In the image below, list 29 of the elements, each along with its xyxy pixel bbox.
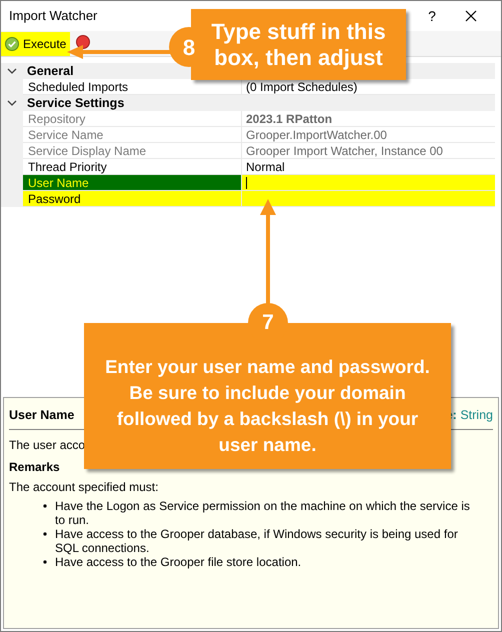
property-label[interactable]: Password <box>23 191 242 207</box>
property-label[interactable]: Scheduled Imports <box>23 79 242 95</box>
property-value[interactable]: Normal <box>242 159 495 175</box>
help-title: User Name <box>9 407 74 424</box>
callout-text: Enter your user name and password. Be sure to include your domain followed by a backslash (\) in your user name. <box>104 355 431 457</box>
property-value[interactable]: (0 Import Schedules) <box>242 79 495 95</box>
cancel-button[interactable] <box>76 35 90 49</box>
chevron-icon[interactable] <box>7 98 17 108</box>
help-button[interactable]: ? <box>409 1 455 31</box>
bullet-icon <box>43 532 47 536</box>
text-cursor <box>246 176 247 188</box>
callout-text: Type stuff in this box, then adjust <box>210 18 387 70</box>
bullet-icon <box>43 504 47 508</box>
bullet-icon <box>43 560 47 564</box>
window-title: Import Watcher <box>9 7 98 26</box>
bullet-text: Have the Logon as Service permission on the machine on which the service is to run. <box>55 498 471 527</box>
check-icon <box>5 36 19 50</box>
bullet-text: Have access to the Grooper file store location. <box>55 554 302 569</box>
property-label[interactable]: Thread Priority <box>23 159 242 175</box>
remarks-text: The account specified must: <box>9 478 160 496</box>
bullet-text: Have access to the Grooper database, if Windows security is being used for SQL connections. <box>55 526 459 555</box>
remarks-heading: Remarks <box>9 458 61 476</box>
chevron-icon[interactable] <box>7 66 17 76</box>
description-text: The user acco <box>9 436 86 454</box>
close-icon[interactable] <box>465 10 477 22</box>
cancel-icon <box>76 35 90 49</box>
execute-button[interactable]: Execute <box>1 32 70 56</box>
category-header[interactable]: General <box>27 62 74 80</box>
property-label[interactable]: User Name <box>23 175 242 191</box>
